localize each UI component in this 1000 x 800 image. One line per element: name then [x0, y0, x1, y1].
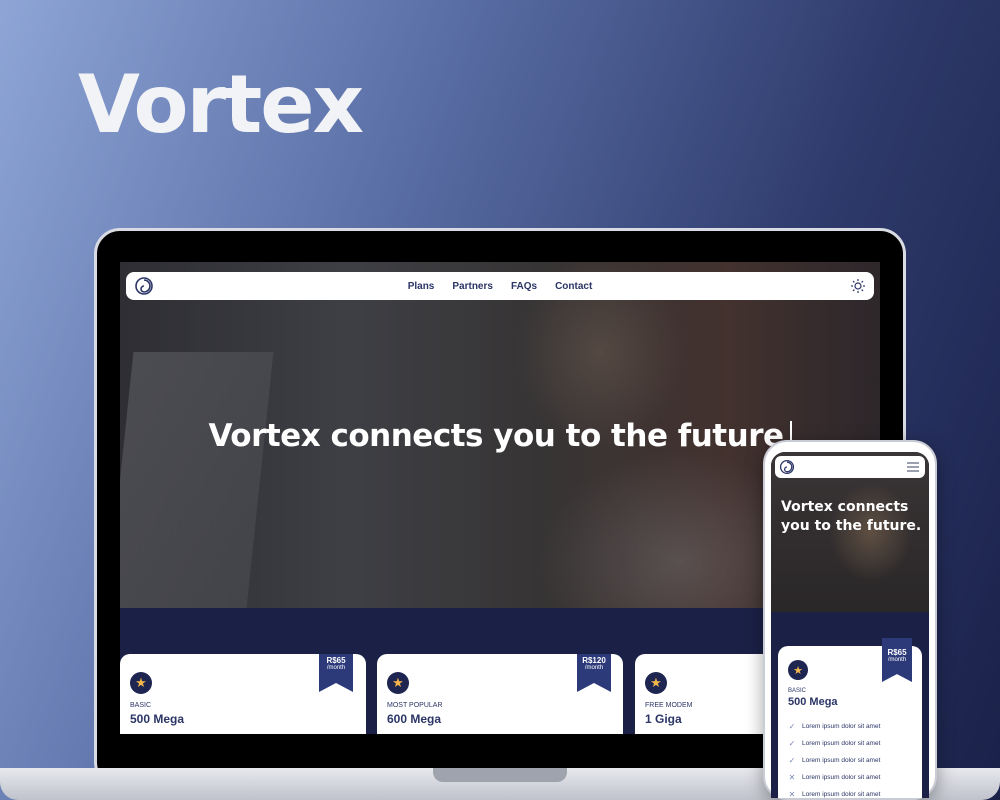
plan-kind: FREE MODEM [645, 702, 693, 709]
cross-icon: ✕ [788, 773, 796, 782]
nav-link-faqs[interactable]: FAQs [511, 281, 537, 292]
plan-speed: 500 Mega [130, 712, 185, 726]
plan-speed: 1 Giga [645, 712, 682, 726]
sun-icon[interactable] [850, 278, 866, 294]
mobile-plan-card-basic[interactable]: ★ BASIC 500 Mega R$65 /month ✓ Lorem ipsu… [778, 638, 922, 798]
feature-list: ✓ Lorem ipsum dolor sit amet ✓ Lorem ipsum… [788, 718, 881, 798]
price-ribbon: R$120 /month [577, 654, 611, 692]
nav-link-plans[interactable]: Plans [408, 281, 435, 292]
check-icon: ✓ [788, 739, 796, 748]
check-icon: ✓ [788, 756, 796, 765]
star-half-icon: ★ [387, 672, 409, 694]
hamburger-menu-icon[interactable] [907, 462, 919, 472]
feature-item: ✕ Lorem ipsum dolor sit amet [788, 773, 881, 782]
nav-link-partners[interactable]: Partners [452, 281, 493, 292]
plan-kind: BASIC [788, 688, 807, 694]
plan-period: /month [887, 657, 907, 663]
mobile-navbar [775, 456, 925, 478]
price-ribbon: R$65 /month [319, 654, 353, 692]
plan-period: /month [584, 665, 604, 671]
star-icon: ★ [788, 660, 808, 680]
feature-item: ✓ Lorem ipsum dolor sit amet [788, 756, 881, 765]
mobile-hero: Vortex connects you to the future. [771, 452, 929, 612]
mobile-screen: Vortex connects you to the future. ★ BAS… [771, 452, 929, 798]
cross-icon: ✕ [788, 790, 796, 798]
vortex-logo-icon[interactable] [779, 459, 795, 475]
plan-price: R$65 [887, 648, 907, 657]
plan-speed: 600 Mega [387, 712, 442, 726]
plan-price: R$65 [326, 656, 346, 665]
price-ribbon: R$65 /month [882, 638, 912, 682]
brand-title: Vortex [78, 58, 364, 151]
plan-kind: MOST POPULAR [387, 702, 443, 709]
navbar: Plans Partners FAQs Contact [126, 272, 874, 300]
laptop-notch [433, 768, 567, 782]
check-icon: ✓ [788, 722, 796, 731]
plan-card-popular[interactable]: ★ MOST POPULAR 600 Mega R$120 /month [377, 654, 623, 734]
nav-links: Plans Partners FAQs Contact [126, 272, 874, 300]
feature-item: ✓ Lorem ipsum dolor sit amet [788, 722, 881, 731]
feature-item: ✓ Lorem ipsum dolor sit amet [788, 739, 881, 748]
star-icon: ★ [645, 672, 667, 694]
plan-card-basic[interactable]: ★ BASIC 500 Mega R$65 /month [120, 654, 366, 734]
plan-price: R$120 [582, 656, 606, 665]
nav-link-contact[interactable]: Contact [555, 281, 592, 292]
star-icon: ★ [130, 672, 152, 694]
mobile-hero-title: Vortex connects you to the future. [781, 499, 922, 534]
plan-kind: BASIC [130, 702, 152, 709]
plan-speed: 500 Mega [788, 696, 838, 708]
plan-period: /month [326, 665, 346, 671]
phone-frame: Vortex connects you to the future. ★ BAS… [763, 440, 937, 800]
feature-item: ✕ Lorem ipsum dolor sit amet [788, 790, 881, 798]
hero-title: Vortex connects you to the future [120, 418, 880, 454]
